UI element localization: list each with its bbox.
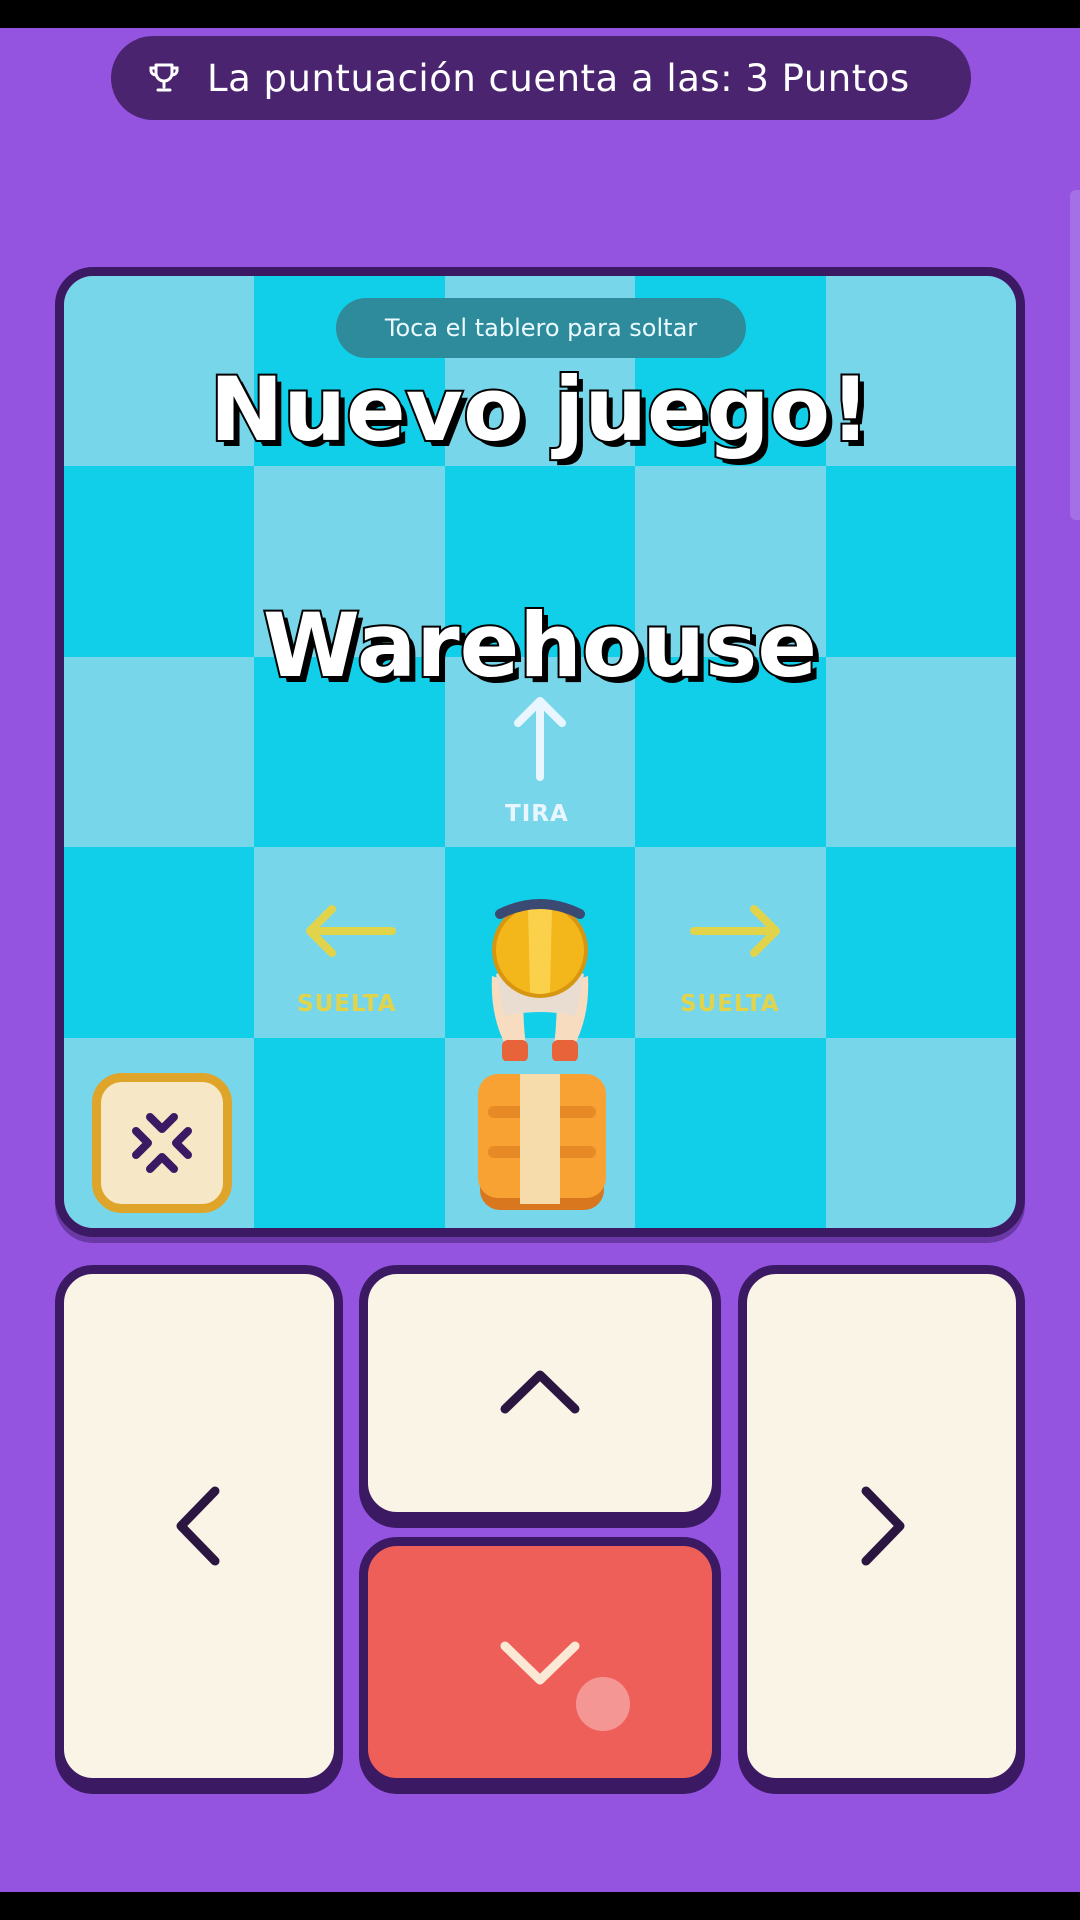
score-text: La puntuación cuenta a las: 3 Puntos <box>207 56 910 100</box>
release-right-arrow-icon <box>690 905 780 957</box>
worker-character <box>491 899 589 1061</box>
chevron-right-icon <box>861 1486 904 1566</box>
pull-label: TIRA <box>505 801 569 827</box>
release-left-arrow-icon <box>306 905 396 957</box>
move-right-button[interactable] <box>738 1265 1025 1787</box>
new-game-title: Nuevo juego! <box>208 356 873 463</box>
game-board[interactable]: Toca el tablero para soltar Nuevo juego!… <box>55 267 1025 1237</box>
drop-hint: Toca el tablero para soltar <box>336 298 746 358</box>
move-up-button[interactable] <box>359 1265 721 1521</box>
board-tile <box>64 847 255 1038</box>
release-right-label: SUELTA <box>680 991 780 1017</box>
edge-panel-handle[interactable] <box>1070 190 1080 520</box>
status-bar <box>0 0 1080 28</box>
chevron-left-icon <box>176 1486 220 1566</box>
board-tile <box>254 1037 445 1228</box>
board-tile <box>825 847 1016 1038</box>
move-down-button[interactable] <box>359 1537 721 1787</box>
collapse-arrows-icon <box>132 1113 192 1173</box>
touch-indicator <box>576 1677 630 1731</box>
release-left-label: SUELTA <box>297 991 397 1017</box>
move-left-button[interactable] <box>55 1265 343 1787</box>
chevron-up-icon <box>500 1370 580 1414</box>
board-tile <box>825 1037 1016 1228</box>
pull-arrow-icon <box>514 697 566 781</box>
shrink-board-button[interactable] <box>92 1073 232 1213</box>
chevron-down-icon <box>500 1641 580 1685</box>
game-name-title: Warehouse <box>261 592 819 699</box>
board-tile <box>635 1037 826 1228</box>
score-banner: La puntuación cuenta a las: 3 Puntos <box>111 36 971 120</box>
navigation-bar <box>0 1892 1080 1920</box>
trophy-icon <box>149 63 179 92</box>
crate-box <box>478 1074 606 1210</box>
